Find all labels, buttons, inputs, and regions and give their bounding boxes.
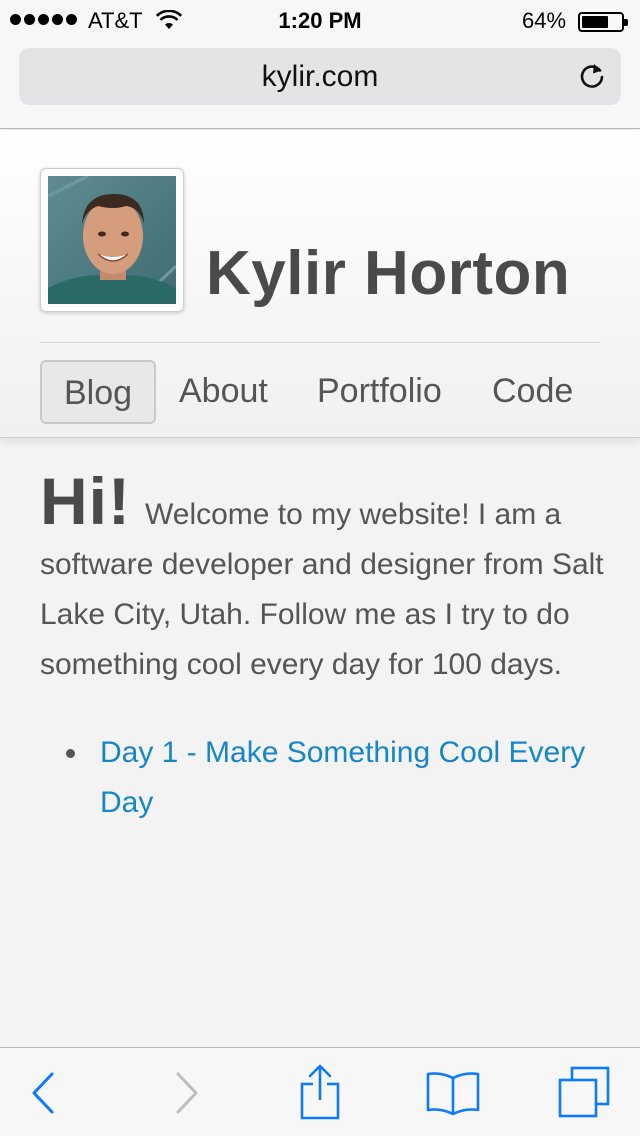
nav-item-about[interactable]: About bbox=[179, 360, 268, 424]
battery-percentage: 64% bbox=[522, 8, 567, 33]
share-icon[interactable] bbox=[298, 1064, 342, 1120]
nav-item-blog[interactable]: Blog bbox=[40, 360, 156, 424]
status-bar: AT&T 1:20 PM 64% bbox=[0, 0, 640, 40]
nav-item-code[interactable]: Code bbox=[492, 360, 573, 424]
forward-icon[interactable] bbox=[172, 1070, 202, 1116]
post-link[interactable]: Day 1 - Make Something Cool Every Day bbox=[100, 736, 585, 819]
post-list: Day 1 - Make Something Cool Every Day bbox=[40, 728, 610, 828]
profile-photo bbox=[48, 176, 176, 304]
reload-icon[interactable] bbox=[577, 61, 607, 91]
main-nav: Blog About Portfolio Code bbox=[40, 360, 600, 424]
bookmarks-icon[interactable] bbox=[425, 1070, 481, 1116]
avatar bbox=[40, 168, 184, 312]
site-title[interactable]: Kylir Horton bbox=[206, 238, 570, 309]
intro-paragraph: Hi! Welcome to my website! I am a softwar… bbox=[40, 468, 610, 690]
site-header: Kylir Horton Blog About Portfolio Code bbox=[0, 130, 640, 438]
greeting-heading: Hi! bbox=[40, 464, 131, 538]
browser-toolbar bbox=[0, 1047, 640, 1136]
address-bar[interactable]: kylir.com bbox=[19, 48, 621, 105]
battery-icon bbox=[578, 12, 628, 32]
tabs-icon[interactable] bbox=[556, 1066, 612, 1118]
url-text[interactable]: kylir.com bbox=[19, 60, 621, 94]
list-item: Day 1 - Make Something Cool Every Day bbox=[66, 728, 610, 828]
header-divider bbox=[40, 342, 600, 343]
main-content: Hi! Welcome to my website! I am a softwar… bbox=[40, 468, 610, 828]
nav-item-portfolio[interactable]: Portfolio bbox=[317, 360, 442, 424]
back-icon[interactable] bbox=[28, 1070, 58, 1116]
browser-address-area: kylir.com bbox=[0, 40, 640, 129]
